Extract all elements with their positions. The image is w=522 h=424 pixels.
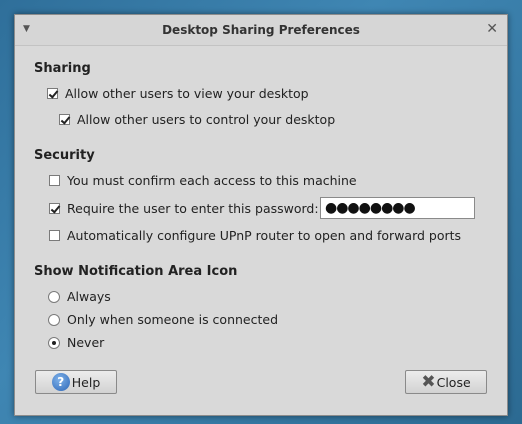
security-heading: Security — [34, 148, 95, 163]
help-icon: ? — [51, 373, 70, 391]
close-button-label: Close — [436, 374, 471, 390]
close-x-icon: ✖ — [421, 372, 436, 392]
confirm-access-checkbox[interactable] — [49, 175, 60, 186]
radio-always-row[interactable]: Always — [48, 289, 111, 304]
preferences-dialog: ▼ Desktop Sharing Preferences ✕ Sharing … — [14, 14, 508, 416]
radio-connected-row[interactable]: Only when someone is connected — [48, 312, 278, 327]
title-bar[interactable]: ▼ Desktop Sharing Preferences ✕ — [15, 15, 507, 46]
allow-control-label: Allow other users to control your deskto… — [77, 112, 336, 127]
help-button-label: Help — [71, 374, 101, 390]
radio-never[interactable] — [48, 336, 60, 349]
confirm-access-label: You must confirm each access to this mac… — [67, 173, 357, 188]
help-button[interactable]: ? Help — [35, 370, 117, 394]
radio-always-label: Always — [67, 289, 111, 304]
require-password-checkbox[interactable] — [49, 203, 60, 214]
upnp-checkbox[interactable] — [49, 230, 60, 241]
allow-view-checkbox-row[interactable]: Allow other users to view your desktop — [47, 86, 309, 101]
require-password-label: Require the user to enter this password: — [67, 201, 319, 216]
radio-never-label: Never — [67, 335, 105, 350]
radio-connected[interactable] — [48, 313, 60, 326]
notification-heading: Show Notification Area Icon — [34, 264, 238, 279]
radio-always[interactable] — [48, 290, 60, 303]
require-password-checkbox-row[interactable]: Require the user to enter this password: — [49, 201, 319, 216]
allow-control-checkbox[interactable] — [59, 114, 70, 125]
radio-connected-label: Only when someone is connected — [67, 312, 279, 327]
upnp-checkbox-row[interactable]: Automatically configure UPnP router to o… — [49, 228, 461, 243]
sharing-heading: Sharing — [34, 61, 91, 76]
radio-never-row[interactable]: Never — [48, 335, 104, 350]
allow-control-checkbox-row[interactable]: Allow other users to control your deskto… — [59, 112, 335, 127]
window-title: Desktop Sharing Preferences — [162, 23, 360, 37]
upnp-label: Automatically configure UPnP router to o… — [67, 228, 462, 243]
allow-view-checkbox[interactable] — [47, 88, 58, 99]
confirm-access-checkbox-row[interactable]: You must confirm each access to this mac… — [49, 173, 357, 188]
allow-view-label: Allow other users to view your desktop — [65, 86, 309, 101]
close-icon[interactable]: ✕ — [486, 21, 498, 37]
password-input[interactable]: ●●●●●●●● — [320, 197, 475, 219]
close-button[interactable]: ✖ Close — [405, 370, 487, 394]
